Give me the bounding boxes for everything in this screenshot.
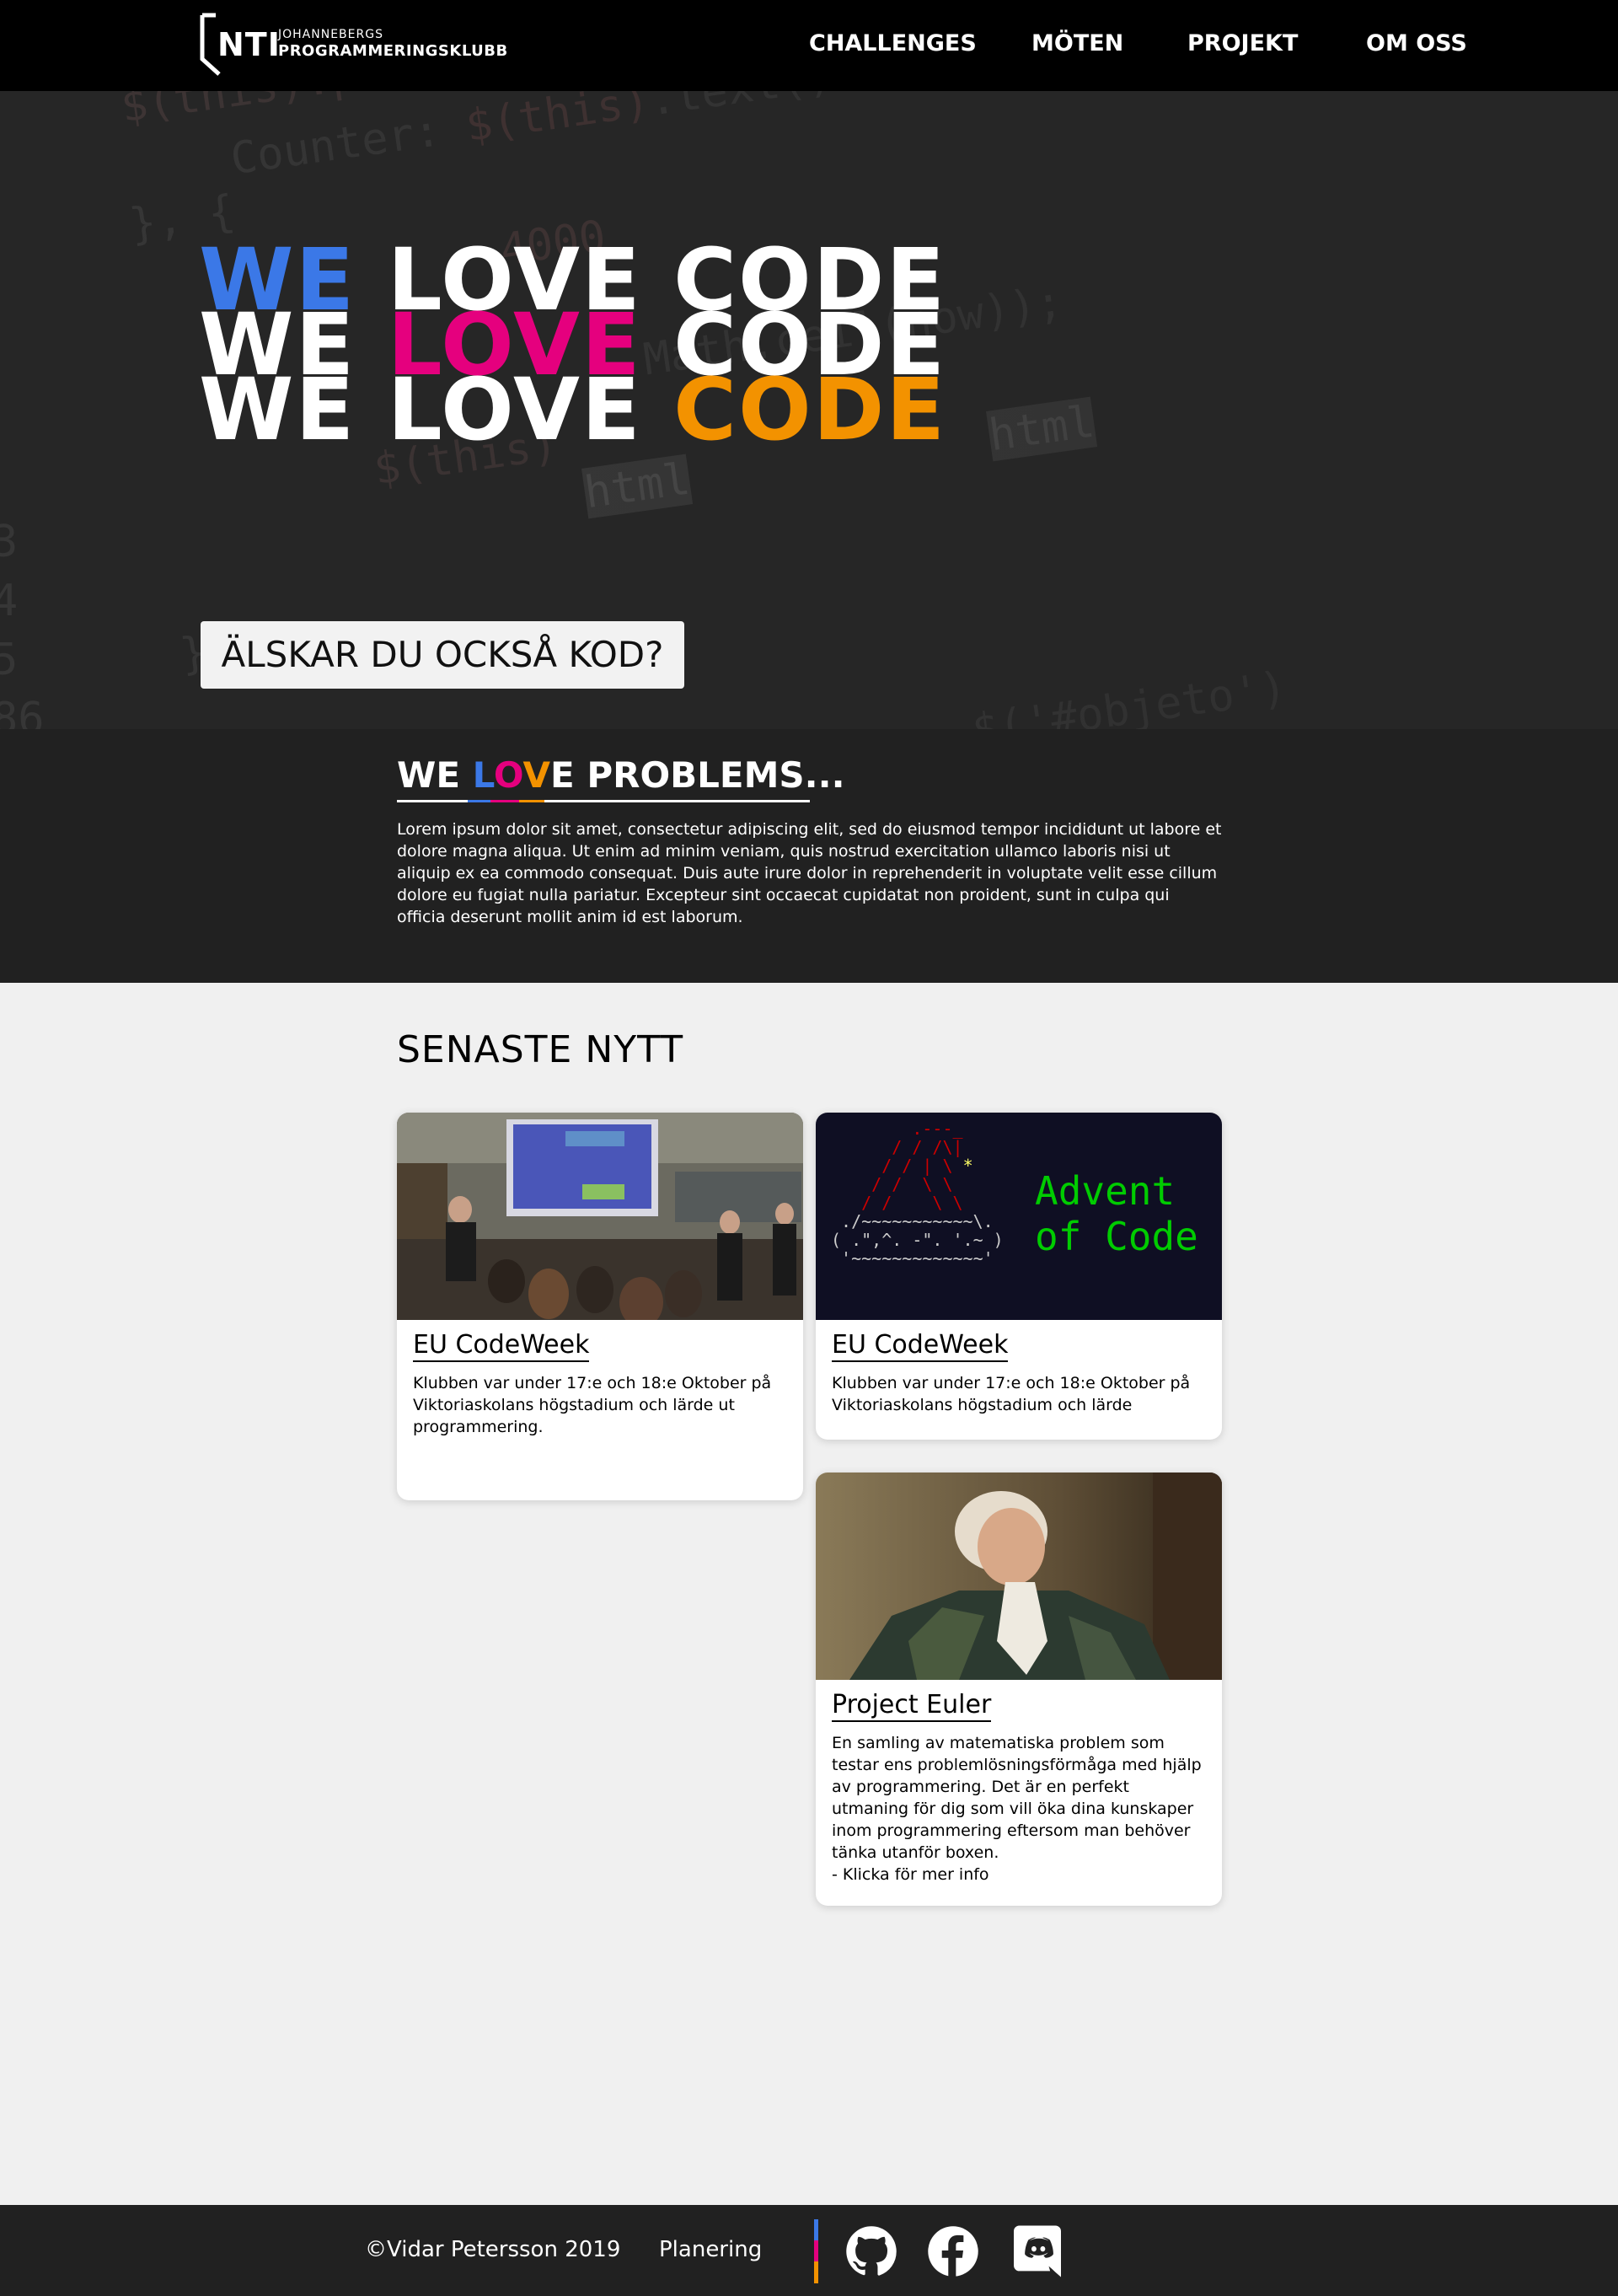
footer: ©Vidar Petersson 2019 Planering bbox=[0, 2205, 1618, 2296]
card-text: Klubben var under 17:e och 18:e Oktober … bbox=[832, 1374, 1191, 1414]
advent-title-line-2: of Code bbox=[1035, 1214, 1198, 1259]
intro-letter-l: L bbox=[472, 754, 494, 796]
intro-title: WE LOVE PROBLEMS... bbox=[397, 754, 845, 796]
nav-om-oss[interactable]: OM OSS bbox=[1366, 30, 1467, 56]
hero-word: WE bbox=[199, 360, 356, 460]
nav-moten[interactable]: MÖTEN bbox=[1031, 30, 1123, 56]
cta-button[interactable]: ÄLSKAR DU OCKSÅ KOD? bbox=[201, 621, 684, 689]
footer-planering-link[interactable]: Planering bbox=[659, 2237, 762, 2262]
classroom-photo bbox=[397, 1113, 803, 1320]
news-card-codeweek[interactable]: EU CodeWeek Klubben var under 17:e och 1… bbox=[397, 1113, 803, 1500]
top-navbar: NTI JOHANNEBERGS PROGRAMMERINGSKLUBB CHA… bbox=[0, 0, 1618, 91]
hero-word: CODE bbox=[673, 360, 947, 460]
discord-icon[interactable] bbox=[1014, 2225, 1061, 2277]
news-card-euler[interactable]: Project Euler En samling av matematiska … bbox=[816, 1473, 1222, 1906]
intro-paragraph: Lorem ipsum dolor sit amet, consectetur … bbox=[397, 820, 1222, 926]
intro-letter-e: E bbox=[550, 754, 575, 796]
intro-letter-o: O bbox=[493, 754, 523, 796]
intro-section: WE LOVE PROBLEMS... Lorem ipsum dolor si… bbox=[0, 729, 1618, 983]
news-heading: SENASTE NYTT bbox=[397, 1028, 684, 1071]
intro-title-prefix: WE bbox=[397, 754, 473, 796]
card-title[interactable]: EU CodeWeek bbox=[832, 1330, 1009, 1362]
ascii-tree: .---_ / / /\| / / | \ * / / \ \ / / \ \ … bbox=[831, 1118, 1004, 1269]
github-icon[interactable] bbox=[845, 2225, 897, 2277]
hero-line-3: WE LOVE CODE bbox=[199, 367, 946, 453]
news-card-advent[interactable]: .---_ / / /\| / / | \ * / / \ \ / / \ \ … bbox=[816, 1113, 1222, 1440]
intro-letter-v: V bbox=[522, 754, 550, 796]
card-text: Klubben var under 17:e och 18:e Oktober … bbox=[413, 1374, 772, 1436]
card-text: En samling av matematiska problem som te… bbox=[832, 1734, 1202, 1884]
advent-of-code-image: .---_ / / /\| / / | \ * / / \ \ / / \ \ … bbox=[816, 1113, 1222, 1320]
nav-links: CHALLENGES MÖTEN PROJEKT OM OSS bbox=[0, 30, 1618, 61]
hero-section: $(this).prop('Counter',Counter: $(this).… bbox=[0, 91, 1618, 729]
footer-copyright: ©Vidar Petersson 2019 bbox=[365, 2237, 621, 2262]
nav-projekt[interactable]: PROJEKT bbox=[1187, 30, 1298, 56]
intro-title-suffix: PROBLEMS... bbox=[574, 754, 845, 796]
hero-word: LOVE bbox=[387, 360, 642, 460]
intro-title-underline bbox=[397, 800, 810, 802]
footer-color-bar bbox=[814, 2219, 818, 2283]
nav-challenges[interactable]: CHALLENGES bbox=[809, 30, 977, 56]
card-title[interactable]: EU CodeWeek bbox=[413, 1330, 590, 1362]
facebook-icon[interactable] bbox=[927, 2225, 979, 2277]
advent-title-line-1: Advent bbox=[1035, 1168, 1176, 1214]
card-title[interactable]: Project Euler bbox=[832, 1690, 992, 1722]
euler-portrait-image bbox=[816, 1473, 1222, 1680]
